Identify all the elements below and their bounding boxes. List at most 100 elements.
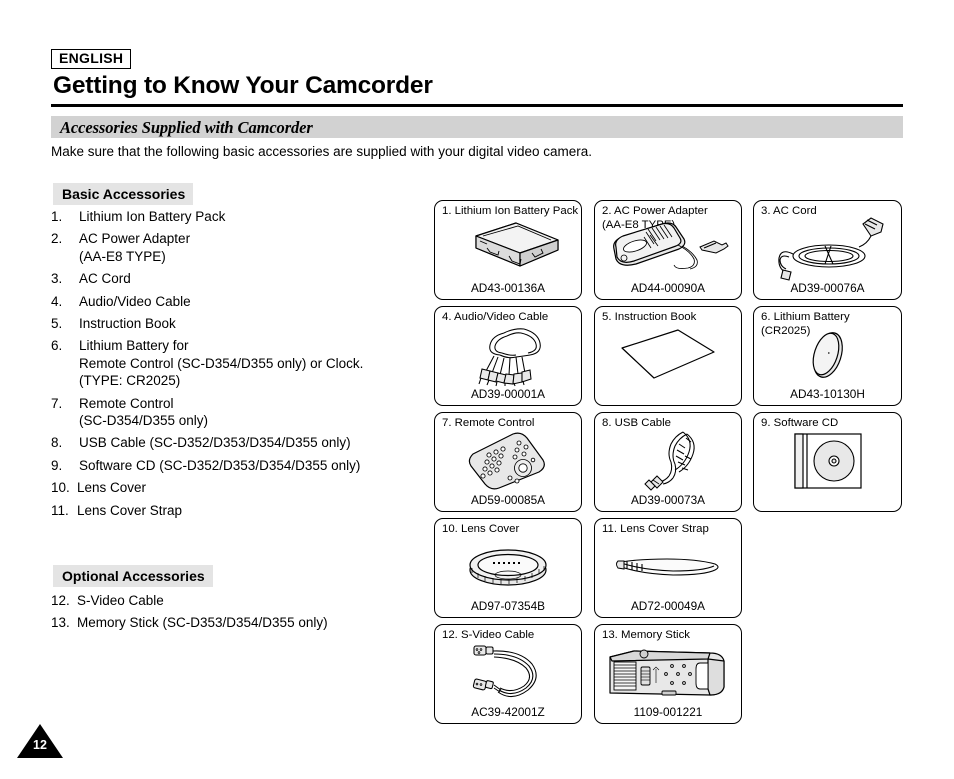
figure-part-number: AD43-00136A xyxy=(470,281,546,295)
list-item-line: Audio/Video Cable xyxy=(79,293,191,309)
list-item-label: Remote Control (SC-D354/D355 only) xyxy=(79,395,421,430)
instruction-book-illustration xyxy=(595,321,741,388)
list-item-number: 13. xyxy=(51,615,70,631)
list-item: 13. Memory Stick (SC-D353/D354/D355 only) xyxy=(51,614,421,631)
optional-accessories-list: 12. S-Video Cable 13. Memory Stick (SC-D353… xyxy=(51,592,421,637)
figure-box: 9. Software CD xyxy=(753,412,902,512)
list-item-label: Audio/Video Cable xyxy=(79,293,421,310)
list-item-label: Lens Cover xyxy=(77,479,421,496)
list-item: 11. Lens Cover Strap xyxy=(51,502,421,519)
list-item-label: Memory Stick (SC-D353/D354/D355 only) xyxy=(77,614,421,631)
figure-box: 7. Remote Control AD59-00085A xyxy=(434,412,582,512)
list-item-label: USB Cable (SC-D352/D353/D354/D355 only) xyxy=(79,434,421,451)
figure-part-number: AD39-00001A xyxy=(470,387,546,401)
list-item-line: Memory Stick (SC-D353/D354/D355 only) xyxy=(77,615,328,631)
list-item-line: Remote Control (SC-D354/D355 only) or Cl… xyxy=(79,355,364,371)
figure-part-number: AD39-00073A xyxy=(630,493,706,507)
list-item-number: 12. xyxy=(51,593,70,608)
list-item-number: 3. xyxy=(51,271,63,287)
figure-box: 8. USB Cable AD39-00073A xyxy=(594,412,742,512)
list-item-line: Lens Cover Strap xyxy=(77,502,183,518)
list-item-line: Lithium Ion Battery Pack xyxy=(79,209,226,224)
usb-cable-illustration xyxy=(595,427,741,494)
list-item-line: Lens Cover xyxy=(77,480,147,496)
battery-pack-illustration xyxy=(435,215,581,282)
list-item-line: Instruction Book xyxy=(79,316,176,332)
list-item-line: USB Cable (SC-D352/D353/D354/D355 only) xyxy=(79,435,351,451)
list-item-label: Lens Cover Strap xyxy=(77,502,421,519)
list-item-label: AC Cord xyxy=(79,270,421,287)
list-item-line: Lithium Battery for xyxy=(79,338,189,354)
language-badge: ENGLISH xyxy=(51,49,132,69)
figure-part-number: AD59-00085A xyxy=(470,493,546,507)
figure-part-number: AD72-00049A xyxy=(630,599,706,613)
list-item-line: (AA-E8 TYPE) xyxy=(79,248,166,264)
list-item-label: AC Power Adapter (AA-E8 TYPE) xyxy=(79,230,421,265)
figure-box: 10. Lens Cover AD97-07354B xyxy=(434,518,582,618)
figure-box: 13. Memory Stick 1109-001221 xyxy=(594,624,742,724)
ac-adapter-illustration xyxy=(595,215,741,282)
figure-part-number: 1109-001221 xyxy=(633,705,703,719)
figure-row: 4. Audio/Video Cable AD39-00001A 5. Inst… xyxy=(434,306,904,408)
figure-box: 4. Audio/Video Cable AD39-00001A xyxy=(434,306,582,406)
title-rule xyxy=(51,104,903,107)
list-item-number: 4. xyxy=(51,293,63,309)
figure-box: 12. S-Video Cable AC39-42001Z xyxy=(434,624,582,724)
software-cd-illustration xyxy=(754,427,901,494)
list-item-line: AC Cord xyxy=(79,271,131,287)
list-item: 1. Lithium Ion Battery Pack xyxy=(51,208,421,225)
list-item-number: 9. xyxy=(51,457,63,473)
list-item-label: Lithium Battery for Remote Control (SC-D3… xyxy=(79,337,421,389)
optional-accessories-heading: Optional Accessories xyxy=(53,565,213,587)
list-item: 10. Lens Cover xyxy=(51,479,421,496)
list-item-label: Software CD (SC-D352/D353/D354/D355 only… xyxy=(79,457,421,474)
lens-cover-illustration xyxy=(435,533,581,600)
list-item-number: 11. xyxy=(51,502,69,518)
section-band-label: Accessories Supplied with Camcorder xyxy=(60,118,313,137)
page-title: Getting to Know Your Camcorder xyxy=(53,72,433,99)
figure-box: 3. AC Cord AD39-00076A xyxy=(753,200,902,300)
list-item: 12. S-Video Cable xyxy=(51,592,421,609)
figure-row: 1. Lithium Ion Battery Pack AD43-00136A 2… xyxy=(434,200,904,302)
figure-box: 11. Lens Cover Strap AD72-00049A xyxy=(594,518,742,618)
list-item-line: Remote Control xyxy=(79,395,174,411)
lens-cover-strap-illustration xyxy=(595,533,741,600)
list-item-line: S-Video Cable xyxy=(77,593,164,608)
list-item-line: Software CD (SC-D352/D353/D354/D355 only… xyxy=(79,457,361,473)
figure-row: 7. Remote Control AD59-00085A 8. USB Cabl… xyxy=(434,412,904,514)
list-item: 8. USB Cable (SC-D352/D353/D354/D355 only… xyxy=(51,434,421,451)
list-item-line: AC Power Adapter xyxy=(79,231,191,247)
figure-box: 1. Lithium Ion Battery Pack AD43-00136A xyxy=(434,200,582,300)
list-item-label: Instruction Book xyxy=(79,315,421,332)
figure-box: 2. AC Power Adapter (AA-E8 TYPE) AD44-00… xyxy=(594,200,742,300)
figure-part-number: AD44-00090A xyxy=(630,281,706,295)
list-item-number: 1. xyxy=(51,209,63,224)
section-band: Accessories Supplied with Camcorder xyxy=(51,116,903,138)
list-item-number: 8. xyxy=(51,435,63,451)
list-item-number: 10. xyxy=(51,480,70,496)
figure-box: 5. Instruction Book xyxy=(594,306,742,406)
list-item-line: (SC-D354/D355 only) xyxy=(79,413,209,429)
page-number: 12 xyxy=(33,738,47,752)
figure-row: 10. Lens Cover AD97-07354B 11. Lens Cover… xyxy=(434,518,904,620)
list-item: 7. Remote Control (SC-D354/D355 only) xyxy=(51,395,421,430)
figure-row: 12. S-Video Cable AC39-42001Z 13. Memory … xyxy=(434,624,904,726)
list-item: 9. Software CD (SC-D352/D353/D354/D355 on… xyxy=(51,457,421,474)
list-item: 5. Instruction Book xyxy=(51,315,421,332)
av-cable-illustration xyxy=(435,321,581,388)
page-number-marker: 12 xyxy=(17,724,63,758)
list-item: 3. AC Cord xyxy=(51,270,421,287)
list-item-line: (TYPE: CR2025) xyxy=(79,373,181,389)
list-item: 2. AC Power Adapter (AA-E8 TYPE) xyxy=(51,230,421,265)
ac-cord-illustration xyxy=(754,215,901,282)
basic-accessories-heading: Basic Accessories xyxy=(53,183,194,205)
list-item-label: Lithium Ion Battery Pack xyxy=(79,208,421,225)
intro-text: Make sure that the following basic acces… xyxy=(51,144,593,159)
coin-battery-illustration xyxy=(754,321,901,388)
s-video-cable-illustration xyxy=(435,639,581,706)
list-item-number: 2. xyxy=(51,231,63,247)
list-item: 6. Lithium Battery for Remote Control (SC-… xyxy=(51,337,421,389)
list-item-number: 6. xyxy=(51,338,63,354)
basic-accessories-list: 1. Lithium Ion Battery Pack 2. AC Power Ada… xyxy=(51,208,421,524)
figure-part-number: AD97-07354B xyxy=(470,599,546,613)
